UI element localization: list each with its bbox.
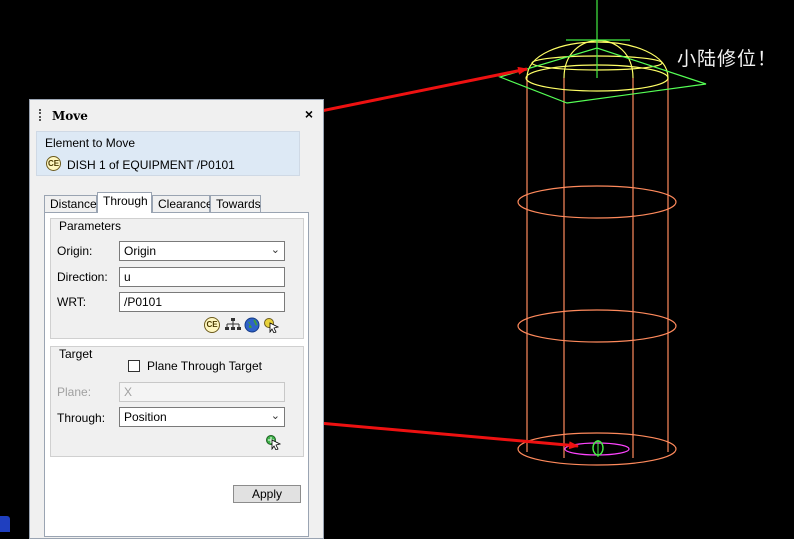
plane-through-target-checkbox[interactable] <box>128 360 140 372</box>
tab-towards[interactable]: Towards <box>210 195 261 212</box>
plane-input: X <box>119 382 285 402</box>
apply-button[interactable]: Apply <box>233 485 301 503</box>
wrt-input[interactable]: /P0101 <box>119 292 285 312</box>
move-panel: Move × Element to Move CE DISH 1 of EQUI… <box>29 99 324 539</box>
plane-through-target-label: Plane Through Target <box>147 359 262 373</box>
ce-icon[interactable]: CE <box>46 156 61 171</box>
tab-distance[interactable]: Distance <box>44 195 97 212</box>
annotation-text: 小陆修位！ <box>677 48 778 70</box>
direction-label: Direction: <box>57 270 108 284</box>
through-label: Through: <box>57 411 106 425</box>
panel-titlebar[interactable]: Move × <box>30 100 323 130</box>
through-select-value: Position <box>124 410 167 424</box>
plane-label: Plane: <box>57 385 92 399</box>
target-group-title: Target <box>59 347 93 361</box>
origin-select[interactable]: Origin ⌄ <box>119 241 285 261</box>
panel-title: Move <box>52 109 88 123</box>
parameters-group-title: Parameters <box>59 219 122 233</box>
hierarchy-icon[interactable] <box>225 317 241 333</box>
pick-position-icon[interactable] <box>265 434 281 450</box>
chevron-down-icon: ⌄ <box>270 410 280 422</box>
wrt-label: WRT: <box>57 295 87 309</box>
parameters-group: Parameters Origin: Origin ⌄ Direction: u… <box>50 218 304 339</box>
ce-icon[interactable]: CE <box>204 317 220 333</box>
close-icon[interactable]: × <box>305 106 313 122</box>
element-to-move-box: Element to Move CE DISH 1 of EQUIPMENT /… <box>36 131 300 176</box>
direction-input[interactable]: u <box>119 267 285 287</box>
through-select[interactable]: Position ⌄ <box>119 407 285 427</box>
tab-clearance[interactable]: Clearance <box>152 195 213 212</box>
element-to-move-label: Element to Move <box>45 136 136 150</box>
drag-grip-icon[interactable] <box>39 109 44 121</box>
target-group: Target Plane Through Target Plane: X Thr… <box>50 346 304 457</box>
pick-cursor-icon[interactable] <box>263 317 279 333</box>
origin-select-value: Origin <box>124 244 157 258</box>
chevron-down-icon: ⌄ <box>270 244 280 256</box>
element-to-move-value: DISH 1 of EQUIPMENT /P0101 <box>67 158 235 172</box>
globe-icon[interactable] <box>244 317 260 333</box>
left-edge-window-fragment <box>0 516 10 532</box>
tab-through[interactable]: Through <box>97 192 152 213</box>
origin-label: Origin: <box>57 244 93 258</box>
